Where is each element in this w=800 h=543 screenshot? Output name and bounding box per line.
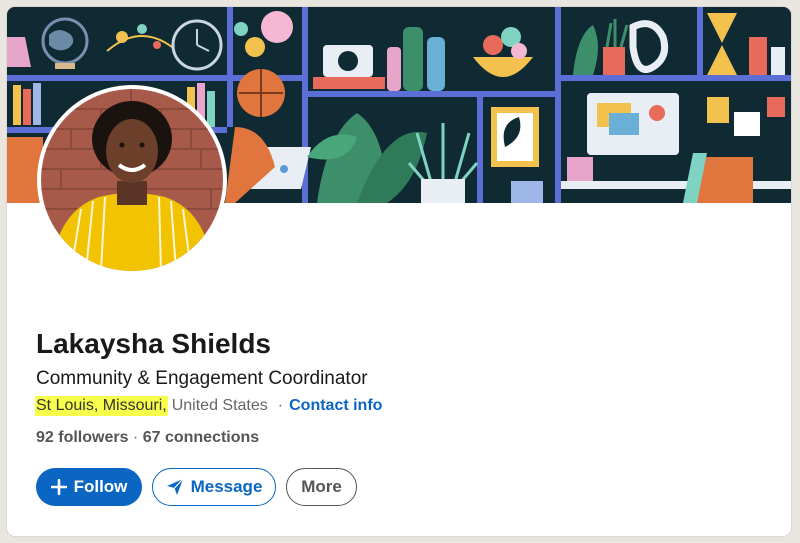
follow-button[interactable]: Follow — [36, 468, 142, 506]
more-button[interactable]: More — [286, 468, 357, 506]
profile-headline: Community & Engagement Coordinator — [36, 368, 368, 389]
profile-name: Lakaysha Shields — [36, 328, 272, 359]
follow-button-label: Follow — [73, 477, 128, 496]
profile-card: Lakaysha Shields Community & Engagement … — [7, 7, 791, 536]
profile-stats: 92 followers · 67 connections — [36, 429, 259, 447]
location-separator: · — [277, 397, 284, 414]
more-button-label: More — [301, 477, 342, 496]
contact-info-link[interactable]: Contact info — [289, 397, 382, 415]
message-button[interactable]: Message — [152, 468, 276, 506]
profile-location: St Louis, Missouri, United States · Cont… — [35, 396, 382, 416]
connections-count[interactable]: 67 connections — [143, 429, 259, 446]
paper-plane-icon — [166, 478, 184, 496]
location-country: United States — [171, 397, 268, 414]
profile-photo[interactable] — [37, 85, 227, 275]
location-city: St Louis, Missouri, — [35, 396, 168, 416]
stats-separator: · — [128, 429, 143, 446]
followers-count[interactable]: 92 followers — [36, 429, 128, 446]
message-button-label: Message — [190, 477, 263, 496]
plus-icon — [50, 479, 67, 495]
